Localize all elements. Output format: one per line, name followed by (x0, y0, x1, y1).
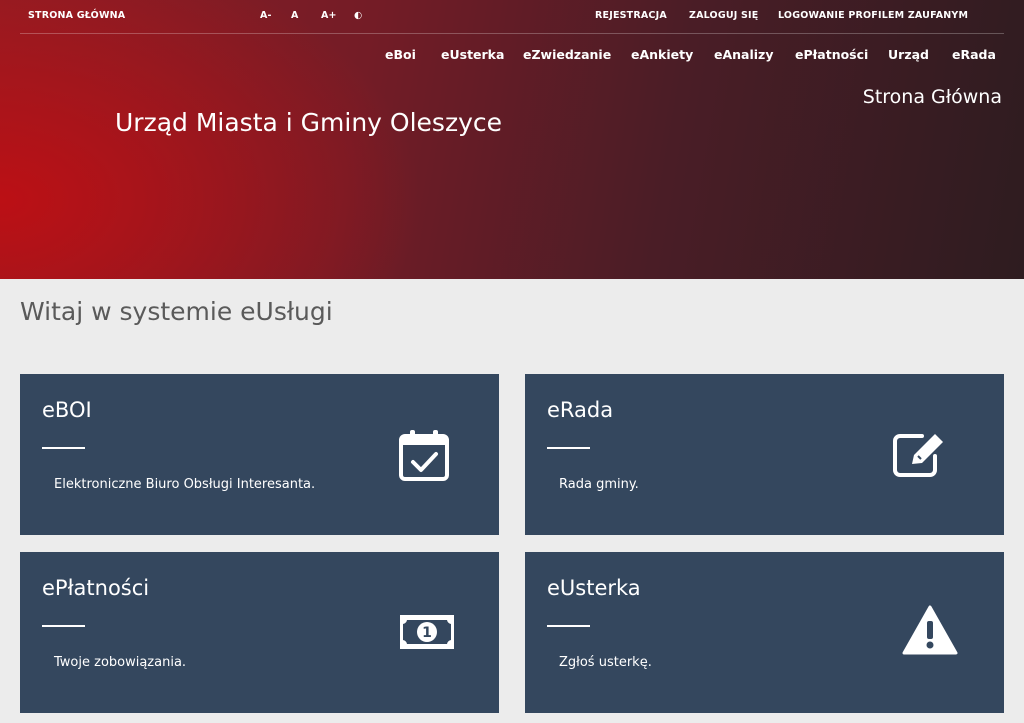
card-divider (547, 625, 590, 627)
svg-text:1: 1 (422, 625, 432, 641)
font-reset-button[interactable]: A (291, 10, 299, 21)
card-title: eUsterka (547, 576, 641, 600)
font-increase-button[interactable]: A+ (321, 10, 337, 21)
card-eboi[interactable]: eBOI Elektroniczne Biuro Obsługi Interes… (20, 374, 499, 535)
card-title: eRada (547, 398, 614, 422)
money-bill-icon: 1 (400, 615, 454, 649)
hero-header: STRONA GŁÓWNA A- A A+ ◐ REJESTRACJA ZALO… (0, 0, 1024, 279)
page-title: Witaj w systemie eUsługi (20, 297, 333, 326)
calendar-check-icon (399, 430, 449, 481)
card-divider (42, 625, 85, 627)
card-erada[interactable]: eRada Rada gminy. (525, 374, 1004, 535)
site-title: Urząd Miasta i Gminy Oleszyce (115, 108, 502, 137)
card-title: ePłatności (42, 576, 150, 600)
contrast-toggle-button[interactable]: ◐ (354, 10, 363, 21)
card-description: Twoje zobowiązania. (54, 655, 187, 670)
register-link[interactable]: REJESTRACJA (595, 10, 667, 21)
nav-item-eusterka[interactable]: eUsterka (441, 47, 504, 62)
card-description: Zgłoś usterkę. (559, 655, 652, 670)
card-eplatnosci[interactable]: ePłatności Twoje zobowiązania. 1 (20, 552, 499, 713)
nav-item-eanalizy[interactable]: eAnalizy (714, 47, 773, 62)
edit-icon (893, 434, 943, 477)
nav-item-erada[interactable]: eRada (952, 47, 996, 62)
login-link[interactable]: ZALOGUJ SIĘ (689, 10, 758, 21)
trusted-profile-login-link[interactable]: LOGOWANIE PROFILEM ZAUFANYM (778, 10, 968, 21)
card-description: Rada gminy. (559, 477, 639, 492)
breadcrumb: Strona Główna (862, 86, 1002, 108)
nav-item-eplatnosci[interactable]: ePłatności (795, 47, 868, 62)
card-divider (42, 447, 85, 449)
home-link[interactable]: STRONA GŁÓWNA (28, 10, 125, 21)
card-divider (547, 447, 590, 449)
nav-item-ezwiedzanie[interactable]: eZwiedzanie (523, 47, 611, 62)
nav-item-urzad[interactable]: Urząd (888, 47, 929, 62)
top-bar: STRONA GŁÓWNA A- A A+ ◐ REJESTRACJA ZALO… (20, 0, 1004, 34)
card-title: eBOI (42, 398, 92, 422)
card-eusterka[interactable]: eUsterka Zgłoś usterkę. (525, 552, 1004, 713)
nav-item-eankiety[interactable]: eAnkiety (631, 47, 693, 62)
warning-icon (902, 605, 958, 655)
font-decrease-button[interactable]: A- (260, 10, 272, 21)
nav-item-eboi[interactable]: eBoi (385, 47, 416, 62)
card-description: Elektroniczne Biuro Obsługi Interesanta. (54, 477, 316, 492)
